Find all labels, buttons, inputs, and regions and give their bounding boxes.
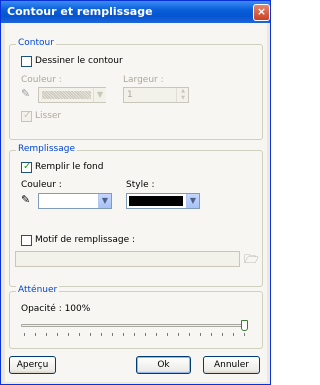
chevron-down-icon: ▼ [98,194,111,208]
window-title: Contour et remplissage [7,5,153,18]
folder-open-icon[interactable]: 🗁 [244,250,259,271]
contour-color-select[interactable]: ▼ [38,87,106,103]
opacity-label: Opacité : 100% [21,304,91,314]
draw-contour-label: Dessiner le contour [35,56,123,66]
slider-tick [178,333,179,336]
slider-tick [68,333,69,336]
slider-tick [200,333,201,336]
preview-button[interactable]: Aperçu [9,356,56,374]
slider-tick [189,333,190,336]
chevron-down-icon: ▼ [93,88,106,102]
fill-pattern-path-field[interactable] [15,251,240,267]
slider-tick [57,333,58,336]
slider-tick [156,333,157,336]
eyedropper-icon[interactable]: ✎ [21,193,30,206]
slider-tick [167,333,168,336]
slider-tick [123,333,124,336]
contour-group: Contour Dessiner le contour Couleur : La… [9,38,263,140]
fill-style-swatch [129,196,183,206]
fill-legend: Remplissage [16,144,78,154]
slider-tick [35,333,36,336]
fill-background-checkbox[interactable] [21,161,32,173]
spinner-up-icon[interactable]: ▲ [176,88,189,95]
fill-color-label: Couleur : [21,180,62,190]
opacity-slider-track[interactable] [21,324,248,327]
slider-tick [244,333,245,336]
fill-style-select[interactable]: ▼ [126,193,200,209]
slider-tick [90,333,91,336]
fill-color-select[interactable]: ▼ [38,193,112,209]
fill-color-swatch [41,196,95,206]
contour-width-spinner[interactable]: 1 ▲ ▼ [123,87,189,103]
title-bar[interactable]: Contour et remplissage × [1,1,270,23]
fill-pattern-label: Motif de remplissage : [35,235,135,245]
slider-tick [211,333,212,336]
spinner-down-icon[interactable]: ▼ [176,95,189,102]
slider-tick [46,333,47,336]
fill-style-label: Style : [126,180,155,190]
chevron-down-icon: ▼ [186,194,199,208]
contour-color-label: Couleur : [21,75,62,85]
slider-tick [134,333,135,336]
slider-tick [24,333,25,336]
eyedropper-icon: ✎ [21,87,31,100]
attenuate-legend: Atténuer [16,285,60,295]
close-button[interactable]: × [253,4,270,21]
smooth-label: Lisser [35,111,62,121]
opacity-slider-thumb[interactable] [241,320,248,331]
fill-background-label: Remplir le fond [35,162,104,172]
contour-legend: Contour [16,38,56,48]
draw-contour-checkbox[interactable] [21,56,32,67]
dialog-window: Contour et remplissage × Contour Dessine… [0,0,271,385]
ok-button[interactable]: Ok [136,356,191,374]
slider-tick [233,333,234,336]
smooth-checkbox[interactable] [21,110,32,122]
contour-color-swatch [42,91,91,99]
fill-group: Remplissage Remplir le fond Couleur : St… [9,144,263,287]
slider-tick [222,333,223,336]
cancel-button[interactable]: Annuler [203,356,260,374]
dialog-body: Contour Dessiner le contour Couleur : La… [5,23,267,382]
slider-tick [79,333,80,336]
slider-tick [112,333,113,336]
slider-tick [101,333,102,336]
contour-width-value: 1 [127,90,133,100]
fill-pattern-checkbox[interactable] [21,235,32,246]
attenuate-group: Atténuer Opacité : 100% [9,285,263,349]
slider-tick [145,333,146,336]
contour-width-label: Largeur : [123,75,164,85]
